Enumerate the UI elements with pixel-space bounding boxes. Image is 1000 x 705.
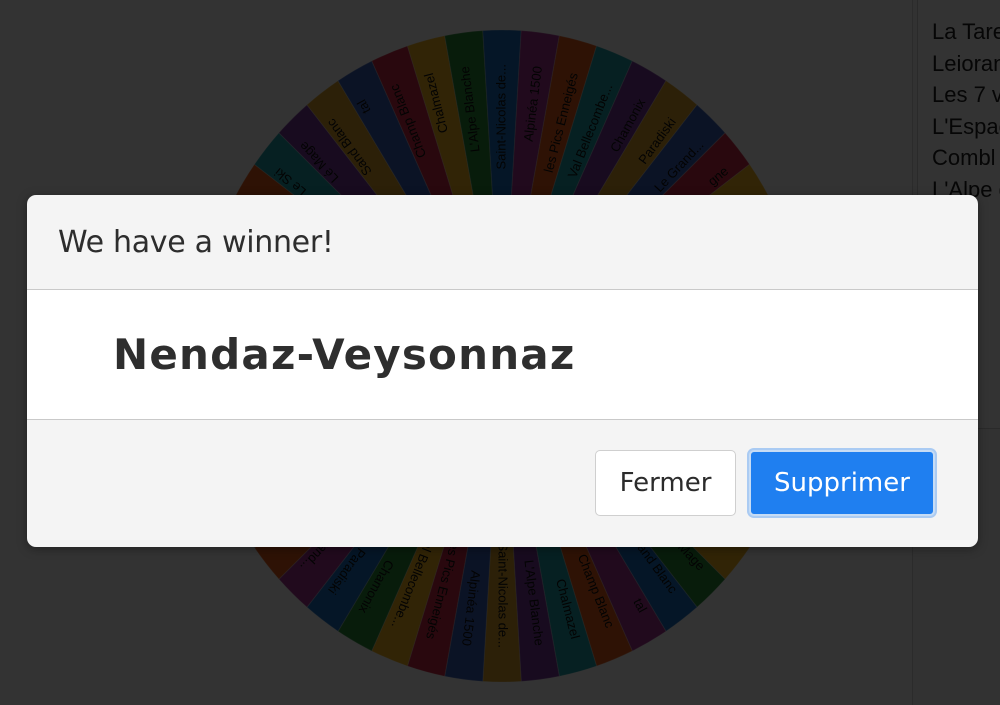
dialog-body: Nendaz-Veysonnaz xyxy=(27,290,978,420)
delete-button[interactable]: Supprimer xyxy=(749,450,935,516)
dialog-footer: Fermer Supprimer xyxy=(27,420,978,547)
winner-dialog: We have a winner! Nendaz-Veysonnaz Ferme… xyxy=(27,195,978,547)
close-button[interactable]: Fermer xyxy=(595,450,736,516)
dialog-title: We have a winner! xyxy=(58,224,334,260)
winner-name: Nendaz-Veysonnaz xyxy=(113,330,576,379)
app-screen: Champ BlancChalmazelL'Alpe BlancheSaint-… xyxy=(0,0,1000,705)
dialog-header: We have a winner! xyxy=(27,195,978,290)
